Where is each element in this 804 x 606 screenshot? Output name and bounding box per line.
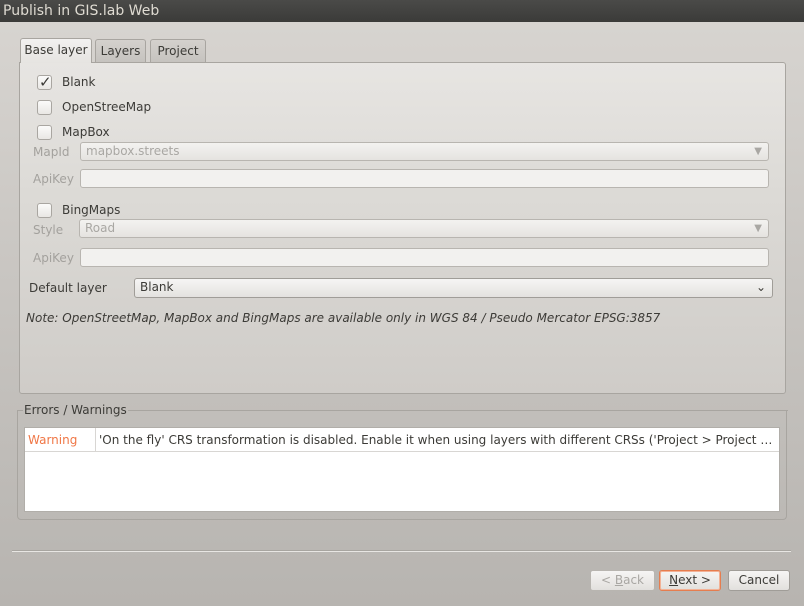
errors-group-border	[17, 410, 23, 411]
default-layer-label: Default layer	[29, 281, 107, 295]
next-accel: N	[669, 573, 679, 587]
chevron-down-icon: ▼	[754, 146, 762, 157]
check-icon: ✓	[39, 72, 52, 91]
mapid-select[interactable]: mapbox.streets ▼	[80, 142, 769, 161]
separator	[12, 550, 791, 552]
osm-checkbox[interactable]	[37, 99, 52, 115]
messages-list[interactable]: Warning 'On the fly' CRS transformation …	[24, 427, 780, 512]
default-layer-value: Blank	[140, 280, 174, 294]
mapbox-apikey-label: ApiKey	[33, 172, 74, 186]
blank-option[interactable]: ✓ Blank	[37, 73, 95, 91]
mapid-value: mapbox.streets	[86, 144, 180, 158]
errors-title: Errors / Warnings	[24, 403, 127, 417]
back-prefix: <	[600, 573, 615, 587]
bing-option[interactable]: BingMaps	[37, 201, 120, 219]
list-item[interactable]: Warning 'On the fly' CRS transformation …	[25, 428, 779, 452]
crs-note: Note: OpenStreetMap, MapBox and BingMaps…	[26, 311, 661, 325]
next-button[interactable]: Next >	[659, 570, 721, 591]
mapbox-label: MapBox	[62, 125, 110, 139]
style-label: Style	[33, 223, 64, 237]
tab-project[interactable]: Project	[150, 39, 206, 63]
bing-style-select[interactable]: Road ▼	[79, 219, 769, 238]
mapid-label: MapId	[33, 145, 70, 159]
cancel-button[interactable]: Cancel	[728, 570, 790, 591]
tab-layers[interactable]: Layers	[95, 39, 146, 63]
bing-checkbox[interactable]	[37, 202, 52, 218]
osm-option[interactable]: OpenStreeMap	[37, 98, 151, 116]
column-divider	[95, 428, 96, 452]
mapbox-option[interactable]: MapBox	[37, 123, 110, 141]
bing-style-value: Road	[85, 221, 116, 235]
blank-label: Blank	[62, 75, 96, 89]
osm-label: OpenStreeMap	[62, 100, 152, 114]
bing-apikey-label: ApiKey	[33, 251, 74, 265]
mapbox-apikey-input[interactable]	[80, 169, 769, 188]
message-text: 'On the fly' CRS transformation is disab…	[99, 433, 777, 447]
chevron-down-icon: ⌄	[755, 280, 766, 294]
chevron-down-icon: ▼	[754, 223, 762, 234]
back-accel: B	[614, 573, 624, 587]
blank-checkbox[interactable]: ✓	[37, 72, 52, 91]
mapbox-checkbox[interactable]	[37, 124, 52, 140]
next-rest: ext >	[678, 573, 711, 587]
errors-group-border	[128, 410, 788, 411]
back-rest: ack	[623, 573, 644, 587]
default-layer-select[interactable]: Blank ⌄	[134, 278, 773, 298]
bing-apikey-input[interactable]	[80, 248, 769, 267]
message-level: Warning	[28, 433, 78, 447]
back-button[interactable]: < Back	[590, 570, 655, 591]
bing-label: BingMaps	[62, 203, 121, 217]
window-title: Publish in GIS.lab Web	[0, 0, 804, 22]
tab-base-layer[interactable]: Base layer	[20, 38, 92, 63]
